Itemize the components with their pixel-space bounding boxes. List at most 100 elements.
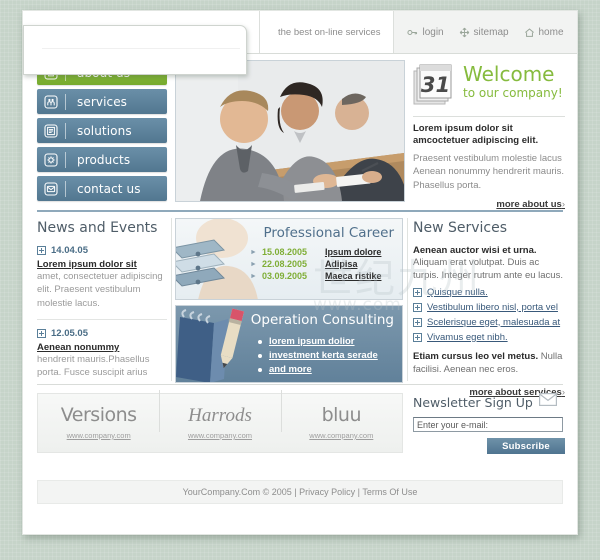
gear-box-icon [37, 147, 65, 172]
sidebar-item-solutions[interactable]: solutions [37, 118, 167, 143]
news-date-row: 12.05.05 [37, 328, 167, 339]
document-box-icon [37, 118, 65, 143]
new-services-title: New Services [413, 220, 508, 236]
calendar-day-text: 31 [421, 73, 450, 97]
website-page: YourCompany the best on-line services lo… [22, 10, 578, 535]
site-footer: YourCompany.Com © 2005 | Privacy Policy … [37, 480, 563, 504]
blank-overlay-panel[interactable] [23, 25, 247, 75]
divider [37, 318, 167, 320]
promo-bullet-link: investment kerta serade [269, 350, 378, 361]
new-services-lead: Aenean auctor wisi et urna. [413, 245, 537, 256]
arrow-icon: › [561, 199, 565, 211]
new-services-link: Scelerisque eget, malesuada at [427, 316, 561, 328]
promo-title: Operation Consulting [250, 312, 394, 328]
newsletter-title: Newsletter Sign Up [413, 394, 533, 410]
sidebar-item-contact-us[interactable]: contact us [37, 176, 167, 201]
news-body: amet, consectetuer adipiscing elit. Prae… [37, 271, 163, 309]
promo-date: 15.08.2005 [261, 247, 307, 257]
tagline-container: the best on-line services [259, 11, 380, 53]
promo-date-row[interactable]: ► 03.09.2005 Maeca ristike [250, 271, 381, 281]
new-services-link-row[interactable]: Scelerisque eget, malesuada at [413, 317, 565, 328]
brand-name: Harrods [188, 405, 252, 426]
home-icon [524, 27, 535, 38]
sidebar-item-services[interactable]: services [37, 89, 167, 114]
sidebar-menu: about us services solutions [37, 60, 167, 205]
new-services-link-row[interactable]: Quisque nulla. [413, 287, 565, 298]
brand-item[interactable]: Harrods www.company.com [159, 390, 280, 440]
promo-link: Maeca ristike [324, 271, 382, 281]
tagline-text: the best on-line services [278, 26, 381, 38]
bullet-icon [258, 367, 262, 372]
promo-professional-career[interactable]: Professional Career ► 15.08.2005 Ipsum d… [175, 218, 403, 300]
promo-date: 22.08.2005 [261, 259, 307, 269]
brand-item[interactable]: Versions www.company.com [38, 404, 159, 441]
new-services-link-row[interactable]: Vivamus eget nibh. [413, 332, 565, 343]
promo-date: 03.09.2005 [261, 271, 307, 281]
welcome-title: Welcome to our company! [463, 62, 563, 100]
brand-url[interactable]: www.company.com [159, 431, 280, 440]
brand-name: Versions [60, 404, 137, 426]
welcome-lead: Lorem ipsum dolor sit amcoctetuer adipis… [413, 123, 539, 147]
promo-title: Professional Career [263, 225, 394, 241]
plus-square-icon [37, 328, 46, 338]
new-services-link-row[interactable]: Vestibulum libero nisl, porta vel [413, 302, 565, 313]
promo-bullet-link: lorem ipsum dolior [269, 336, 355, 347]
top-nav-home[interactable]: home [524, 27, 564, 38]
news-headline-link[interactable]: Lorem ipsum dolor sit [37, 259, 167, 270]
envelope-icon [538, 393, 557, 411]
new-services-footer-bold: Etiam cursus leo vel metus. [413, 350, 539, 362]
column-divider [171, 218, 172, 381]
sidebar-item-products[interactable]: products [37, 147, 167, 172]
brand-url[interactable]: www.company.com [38, 431, 159, 440]
sidebar-item-label: contact us [77, 181, 141, 196]
bullet-icon [258, 353, 262, 358]
sidebar-item-label: solutions [77, 123, 132, 138]
news-column: News and Events 14.04.05 Lorem ipsum dol… [37, 220, 167, 409]
overlay-inner-line [42, 48, 240, 49]
welcome-heading-row: 31 Welcome to our company! [413, 62, 565, 108]
new-services-footer: Etiam cursus leo vel metus. Nulla facili… [413, 350, 565, 377]
welcome-title-line2: to our company! [463, 86, 563, 100]
promo-date-row[interactable]: ► 22.08.2005 Adipisa [250, 259, 381, 269]
partners-section: Versions www.company.com Harrods www.com… [23, 387, 577, 459]
plus-square-icon [413, 302, 422, 312]
top-nav-login-label: login [422, 26, 444, 38]
welcome-body: Praesent vestibulum molestie lacus Aenea… [413, 152, 565, 191]
news-date-row: 14.04.05 [37, 245, 167, 256]
sidebar-item-label: services [77, 94, 128, 109]
brand-name: bluu [321, 404, 362, 426]
subscribe-button[interactable]: Subscribe [487, 438, 565, 454]
footer-text: YourCompany.Com © 2005 | Privacy Policy … [182, 487, 418, 497]
welcome-title-line1: Welcome [463, 62, 555, 86]
new-services-link: Vivamus eget nibh. [427, 331, 508, 343]
top-nav-sitemap[interactable]: sitemap [459, 27, 509, 38]
hero-section: about us services solutions [23, 54, 577, 212]
brand-logo-strip: Versions www.company.com Harrods www.com… [37, 390, 403, 453]
new-services-column: New Services Aenean auctor wisi et urna.… [413, 220, 565, 400]
brand-item[interactable]: bluu www.company.com [280, 390, 402, 440]
promo-bullet-row[interactable]: lorem ipsum dolior [258, 336, 378, 347]
top-nav: login sitemap home [393, 11, 577, 53]
newsletter-email-input[interactable] [413, 417, 563, 432]
triangle-bullet-icon: ► [250, 260, 257, 268]
plus-square-icon [413, 287, 422, 297]
news-date: 14.04.05 [51, 245, 88, 256]
section-divider [37, 384, 563, 385]
promo-bullet-row[interactable]: investment kerta serade [258, 350, 378, 361]
calendar-icon: 31 [413, 62, 457, 108]
promo-operation-consulting[interactable]: Operation Consulting lorem ipsum dolior … [175, 305, 403, 383]
brand-url[interactable]: www.company.com [281, 431, 402, 440]
news-headline-link[interactable]: Aenean nonummy [37, 342, 167, 353]
more-about-us-link[interactable]: more about us› [496, 199, 565, 210]
promo-bullet-row[interactable]: and more [258, 364, 378, 375]
promo-bullet-list: lorem ipsum dolior investment kerta sera… [258, 336, 378, 378]
news-body: hendrerit mauris.Phasellus porta. Fusce … [37, 353, 150, 379]
promo-date-row[interactable]: ► 15.08.2005 Ipsum dolore [250, 247, 381, 257]
top-nav-sitemap-label: sitemap [473, 26, 509, 38]
mail-box-icon [37, 176, 65, 201]
top-nav-login[interactable]: login [407, 26, 444, 38]
sidebar-item-label: products [77, 152, 131, 167]
newsletter-title-row: Newsletter Sign Up [413, 393, 565, 411]
plus-square-icon [413, 317, 422, 327]
plus-square-icon [37, 246, 46, 255]
